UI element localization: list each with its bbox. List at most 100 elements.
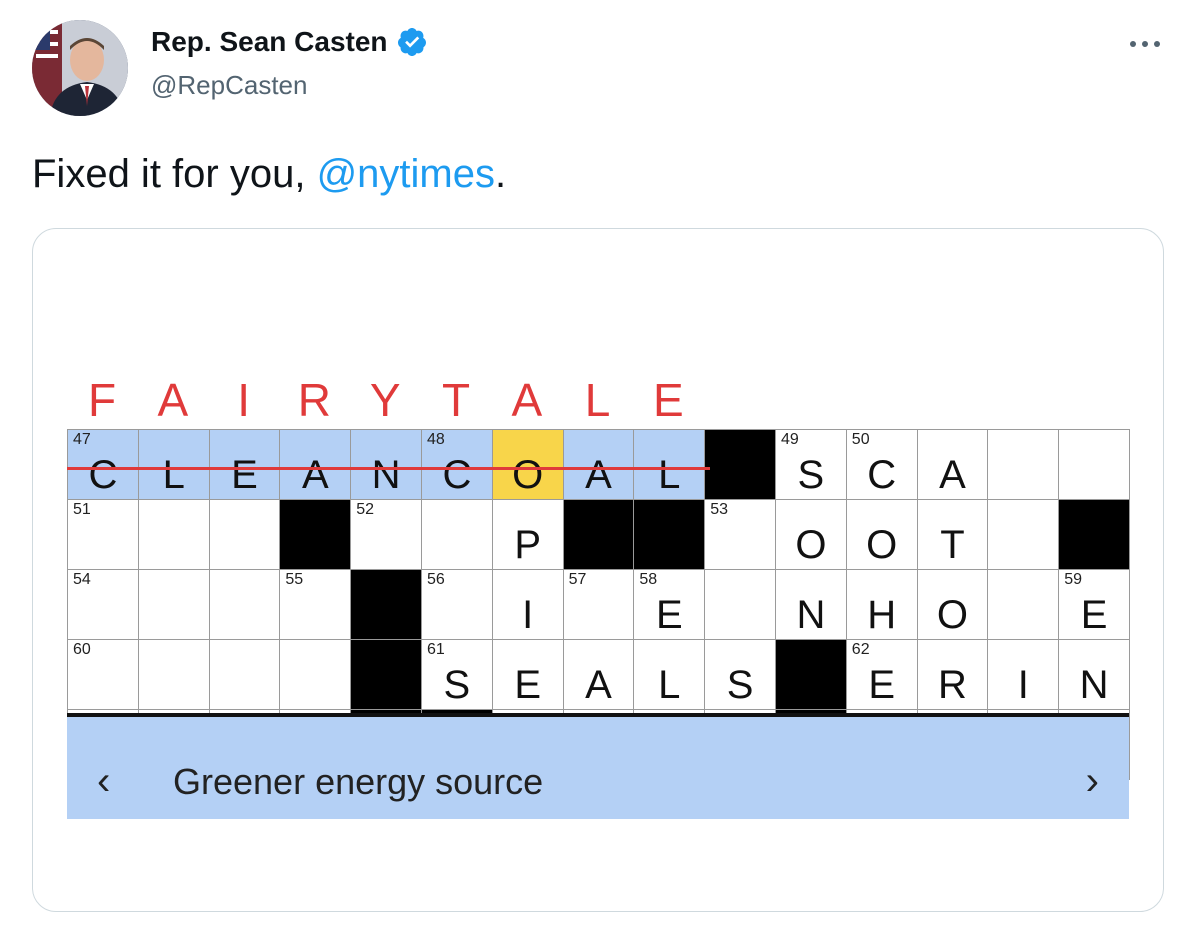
cell-letter: N (1079, 663, 1109, 707)
cell-letter: E (514, 663, 542, 707)
crossword-cell[interactable]: 53 (704, 499, 776, 570)
crossword-cell[interactable]: L (633, 639, 706, 710)
crossword-cell[interactable]: O (916, 569, 989, 640)
crossword-cell[interactable]: 55 (279, 569, 352, 640)
crossword-cell[interactable]: P (491, 499, 564, 570)
cell-letter: T (940, 523, 965, 567)
crossword-cell[interactable]: N (350, 429, 422, 500)
crossword-cell[interactable] (208, 569, 281, 640)
crossword-cell[interactable] (137, 639, 210, 710)
crossword-cell[interactable] (1058, 429, 1130, 500)
crossword-cell[interactable]: N (775, 569, 847, 640)
crossword-cell[interactable] (987, 569, 1060, 640)
crossword-cell[interactable]: 57 (562, 569, 635, 640)
crossword-cell (633, 499, 706, 570)
crossword-cell[interactable]: N (1058, 639, 1130, 710)
crossword-cell (350, 639, 422, 710)
crossword-cell[interactable]: 58 E (633, 569, 706, 640)
chevron-left-icon[interactable]: ‹ (97, 761, 110, 801)
crossword-cell[interactable] (279, 639, 352, 710)
crossword-cell[interactable]: 56 (421, 569, 493, 640)
cell-letter: E (1080, 593, 1108, 637)
crossword-cell[interactable]: 48 C (421, 429, 493, 500)
cell-number: 57 (568, 571, 587, 588)
cell-letter: A (585, 453, 612, 497)
display-name[interactable]: Rep. Sean Casten (151, 26, 388, 58)
crossword-cell[interactable]: 60 (67, 639, 139, 710)
cell-number: 53 (710, 501, 728, 518)
cell-number: 50 (851, 431, 870, 448)
crossword-cell[interactable]: I (491, 569, 564, 640)
avatar[interactable] (32, 20, 128, 116)
crossword-cell[interactable]: R (916, 639, 989, 710)
crossword-cell[interactable] (137, 569, 210, 640)
crossword-cell[interactable]: S (704, 639, 776, 710)
cell-letter: A (301, 453, 329, 497)
crossword-cell[interactable] (208, 639, 281, 710)
crossword-cell[interactable]: 50 C (845, 429, 918, 500)
crossword-cell[interactable] (704, 569, 776, 640)
crossword-cell[interactable]: O (491, 429, 564, 500)
cell-number: 58 (639, 571, 658, 588)
crossword-cell[interactable]: A (562, 429, 635, 500)
crossword-cell[interactable]: I (987, 639, 1060, 710)
crossword-cell (775, 639, 847, 710)
crossword-cell[interactable]: E (491, 639, 564, 710)
crossword-cell (279, 499, 352, 570)
crossword-cell (704, 429, 776, 500)
crossword-cell[interactable]: T (916, 499, 989, 570)
crossword-cell[interactable] (137, 499, 210, 570)
cell-letter: A (939, 453, 966, 497)
crossword-cell[interactable] (987, 429, 1060, 500)
crossword-cell[interactable]: 52 (350, 499, 422, 570)
verified-badge-icon (396, 26, 428, 58)
cell-letter: L (162, 453, 185, 497)
cell-letter: I (522, 593, 534, 637)
crossword-cell[interactable]: O (775, 499, 847, 570)
crossword-cell[interactable]: A (916, 429, 989, 500)
more-horizontal-icon[interactable] (1124, 34, 1166, 54)
overlay-letter: A (511, 374, 543, 426)
crossword-cell[interactable]: 47 C (67, 429, 139, 500)
cell-letter: I (1017, 663, 1029, 707)
crossword-cell[interactable]: 59 E (1058, 569, 1130, 640)
cell-number: 55 (285, 571, 304, 588)
crossword-cell[interactable]: 54 (67, 569, 139, 640)
mention-link[interactable]: @nytimes (317, 152, 495, 196)
cell-letter: N (371, 453, 401, 497)
cell-letter: E (655, 593, 683, 637)
crossword-cell[interactable]: H (845, 569, 918, 640)
tweet-text: Fixed it for you, @nytimes. (32, 152, 506, 197)
crossword-cell[interactable]: A (279, 429, 352, 500)
crossword-cell[interactable] (987, 499, 1060, 570)
crossword-cell[interactable] (208, 499, 281, 570)
avatar-image (32, 20, 128, 116)
overlay-letter: Y (369, 374, 401, 426)
cell-letter: O (936, 593, 969, 637)
cell-letter: E (231, 453, 258, 497)
overlay-letter: R (297, 374, 331, 426)
crossword-cell[interactable]: O (845, 499, 918, 570)
chevron-right-icon[interactable]: › (1086, 761, 1099, 801)
cell-letter: S (726, 663, 754, 707)
author-handle[interactable]: @RepCasten (151, 70, 307, 101)
crossword-cell[interactable]: L (633, 429, 706, 500)
crossword-cell[interactable]: E (208, 429, 281, 500)
cell-letter: S (797, 453, 825, 497)
crossword-cell[interactable]: 51 (67, 499, 139, 570)
cell-number: 51 (73, 501, 91, 518)
crossword-cell[interactable]: L (137, 429, 210, 500)
cell-number: 62 (851, 641, 870, 658)
crossword-cell[interactable] (421, 499, 493, 570)
crossword-cell[interactable]: 61 S (421, 639, 493, 710)
crossword-cell[interactable]: A (562, 639, 635, 710)
tweet-text-before: Fixed it for you, (32, 152, 317, 196)
cell-letter: O (795, 523, 827, 567)
crossword-cell[interactable]: 62 E (845, 639, 918, 710)
cell-letter: S (443, 663, 471, 707)
cell-number: 47 (73, 431, 91, 448)
media-card[interactable]: 47 C L E A N 48 C O A L 49 S 50 C A 51 52 P 53 O O T 54 55 56 I 57 5… (32, 228, 1164, 912)
crossword-cell[interactable]: 49 S (775, 429, 847, 500)
cell-letter: L (658, 663, 681, 707)
overlay-letter: E (653, 374, 684, 426)
